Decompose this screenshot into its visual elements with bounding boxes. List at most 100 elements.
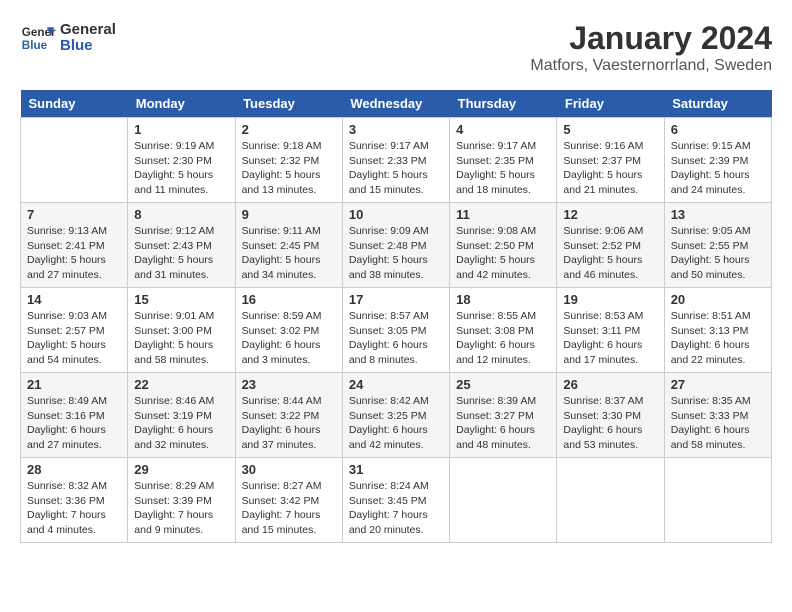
day-cell: 4 Sunrise: 9:17 AMSunset: 2:35 PMDaylight… bbox=[450, 118, 557, 203]
day-cell: 31 Sunrise: 8:24 AMSunset: 3:45 PMDayligh… bbox=[342, 458, 449, 543]
date-number: 9 bbox=[242, 207, 336, 222]
day-info: Sunrise: 9:17 AMSunset: 2:33 PMDaylight:… bbox=[349, 139, 443, 198]
col-header-thursday: Thursday bbox=[450, 90, 557, 118]
day-cell: 28 Sunrise: 8:32 AMSunset: 3:36 PMDayligh… bbox=[21, 458, 128, 543]
title-section: January 2024 Matfors, Vaesternorrland, S… bbox=[530, 20, 772, 75]
date-number: 4 bbox=[456, 122, 550, 137]
day-cell: 20 Sunrise: 8:51 AMSunset: 3:13 PMDayligh… bbox=[664, 288, 771, 373]
date-number: 23 bbox=[242, 377, 336, 392]
date-number: 12 bbox=[563, 207, 657, 222]
day-cell bbox=[450, 458, 557, 543]
day-info: Sunrise: 9:03 AMSunset: 2:57 PMDaylight:… bbox=[27, 309, 121, 368]
day-info: Sunrise: 8:32 AMSunset: 3:36 PMDaylight:… bbox=[27, 479, 121, 538]
day-info: Sunrise: 8:29 AMSunset: 3:39 PMDaylight:… bbox=[134, 479, 228, 538]
day-cell: 1 Sunrise: 9:19 AMSunset: 2:30 PMDaylight… bbox=[128, 118, 235, 203]
date-number: 19 bbox=[563, 292, 657, 307]
date-number: 6 bbox=[671, 122, 765, 137]
week-row-3: 14Sunrise: 9:03 AMSunset: 2:57 PMDayligh… bbox=[21, 288, 772, 373]
day-info: Sunrise: 8:51 AMSunset: 3:13 PMDaylight:… bbox=[671, 309, 765, 368]
day-info: Sunrise: 9:05 AMSunset: 2:55 PMDaylight:… bbox=[671, 224, 765, 283]
date-number: 28 bbox=[27, 462, 121, 477]
week-row-1: 1 Sunrise: 9:19 AMSunset: 2:30 PMDaylight… bbox=[21, 118, 772, 203]
date-number: 30 bbox=[242, 462, 336, 477]
day-cell: 8Sunrise: 9:12 AMSunset: 2:43 PMDaylight… bbox=[128, 203, 235, 288]
date-number: 3 bbox=[349, 122, 443, 137]
header: General Blue General Blue January 2024 M… bbox=[20, 20, 772, 75]
day-cell: 10 Sunrise: 9:09 AMSunset: 2:48 PMDayligh… bbox=[342, 203, 449, 288]
day-cell: 18Sunrise: 8:55 AMSunset: 3:08 PMDayligh… bbox=[450, 288, 557, 373]
date-number: 31 bbox=[349, 462, 443, 477]
date-number: 10 bbox=[349, 207, 443, 222]
svg-text:Blue: Blue bbox=[22, 39, 48, 52]
week-row-2: 7Sunrise: 9:13 AMSunset: 2:41 PMDaylight… bbox=[21, 203, 772, 288]
date-number: 25 bbox=[456, 377, 550, 392]
day-cell: 30Sunrise: 8:27 AMSunset: 3:42 PMDayligh… bbox=[235, 458, 342, 543]
day-info: Sunrise: 9:01 AMSunset: 3:00 PMDaylight:… bbox=[134, 309, 228, 368]
main-title: January 2024 bbox=[530, 20, 772, 57]
date-number: 16 bbox=[242, 292, 336, 307]
subtitle: Matfors, Vaesternorrland, Sweden bbox=[530, 57, 772, 75]
day-cell: 19 Sunrise: 8:53 AMSunset: 3:11 PMDayligh… bbox=[557, 288, 664, 373]
date-number: 29 bbox=[134, 462, 228, 477]
date-number: 17 bbox=[349, 292, 443, 307]
day-cell: 24Sunrise: 8:42 AMSunset: 3:25 PMDayligh… bbox=[342, 373, 449, 458]
day-cell: 12 Sunrise: 9:06 AMSunset: 2:52 PMDayligh… bbox=[557, 203, 664, 288]
day-info: Sunrise: 9:18 AMSunset: 2:32 PMDaylight:… bbox=[242, 139, 336, 198]
day-info: Sunrise: 8:59 AMSunset: 3:02 PMDaylight:… bbox=[242, 309, 336, 368]
logo-general: General bbox=[60, 22, 116, 39]
day-info: Sunrise: 8:24 AMSunset: 3:45 PMDaylight:… bbox=[349, 479, 443, 538]
day-cell: 21 Sunrise: 8:49 AMSunset: 3:16 PMDayligh… bbox=[21, 373, 128, 458]
day-cell: 22 Sunrise: 8:46 AMSunset: 3:19 PMDayligh… bbox=[128, 373, 235, 458]
day-info: Sunrise: 9:15 AMSunset: 2:39 PMDaylight:… bbox=[671, 139, 765, 198]
day-cell: 17Sunrise: 8:57 AMSunset: 3:05 PMDayligh… bbox=[342, 288, 449, 373]
day-cell bbox=[21, 118, 128, 203]
day-info: Sunrise: 8:53 AMSunset: 3:11 PMDaylight:… bbox=[563, 309, 657, 368]
date-number: 8 bbox=[134, 207, 228, 222]
logo: General Blue General Blue bbox=[20, 20, 116, 56]
day-info: Sunrise: 9:09 AMSunset: 2:48 PMDaylight:… bbox=[349, 224, 443, 283]
col-header-wednesday: Wednesday bbox=[342, 90, 449, 118]
day-info: Sunrise: 8:37 AMSunset: 3:30 PMDaylight:… bbox=[563, 394, 657, 453]
day-cell: 6 Sunrise: 9:15 AMSunset: 2:39 PMDaylight… bbox=[664, 118, 771, 203]
col-header-monday: Monday bbox=[128, 90, 235, 118]
col-header-sunday: Sunday bbox=[21, 90, 128, 118]
day-info: Sunrise: 8:44 AMSunset: 3:22 PMDaylight:… bbox=[242, 394, 336, 453]
date-number: 24 bbox=[349, 377, 443, 392]
day-info: Sunrise: 8:46 AMSunset: 3:19 PMDaylight:… bbox=[134, 394, 228, 453]
day-info: Sunrise: 8:49 AMSunset: 3:16 PMDaylight:… bbox=[27, 394, 121, 453]
day-cell: 26 Sunrise: 8:37 AMSunset: 3:30 PMDayligh… bbox=[557, 373, 664, 458]
day-info: Sunrise: 8:55 AMSunset: 3:08 PMDaylight:… bbox=[456, 309, 550, 368]
day-info: Sunrise: 9:08 AMSunset: 2:50 PMDaylight:… bbox=[456, 224, 550, 283]
day-info: Sunrise: 9:19 AMSunset: 2:30 PMDaylight:… bbox=[134, 139, 228, 198]
day-info: Sunrise: 9:06 AMSunset: 2:52 PMDaylight:… bbox=[563, 224, 657, 283]
day-info: Sunrise: 9:13 AMSunset: 2:41 PMDaylight:… bbox=[27, 224, 121, 283]
day-cell: 27 Sunrise: 8:35 AMSunset: 3:33 PMDayligh… bbox=[664, 373, 771, 458]
date-number: 21 bbox=[27, 377, 121, 392]
date-number: 27 bbox=[671, 377, 765, 392]
logo-icon: General Blue bbox=[20, 20, 56, 56]
day-cell: 3 Sunrise: 9:17 AMSunset: 2:33 PMDaylight… bbox=[342, 118, 449, 203]
date-number: 13 bbox=[671, 207, 765, 222]
day-info: Sunrise: 8:35 AMSunset: 3:33 PMDaylight:… bbox=[671, 394, 765, 453]
day-cell: 7Sunrise: 9:13 AMSunset: 2:41 PMDaylight… bbox=[21, 203, 128, 288]
date-number: 22 bbox=[134, 377, 228, 392]
week-row-4: 21 Sunrise: 8:49 AMSunset: 3:16 PMDayligh… bbox=[21, 373, 772, 458]
date-number: 5 bbox=[563, 122, 657, 137]
day-cell: 29 Sunrise: 8:29 AMSunset: 3:39 PMDayligh… bbox=[128, 458, 235, 543]
day-cell: 25Sunrise: 8:39 AMSunset: 3:27 PMDayligh… bbox=[450, 373, 557, 458]
date-number: 2 bbox=[242, 122, 336, 137]
day-cell: 11Sunrise: 9:08 AMSunset: 2:50 PMDayligh… bbox=[450, 203, 557, 288]
col-header-saturday: Saturday bbox=[664, 90, 771, 118]
day-cell: 5Sunrise: 9:16 AMSunset: 2:37 PMDaylight… bbox=[557, 118, 664, 203]
col-header-friday: Friday bbox=[557, 90, 664, 118]
date-number: 26 bbox=[563, 377, 657, 392]
day-cell: 9 Sunrise: 9:11 AMSunset: 2:45 PMDaylight… bbox=[235, 203, 342, 288]
date-number: 15 bbox=[134, 292, 228, 307]
day-info: Sunrise: 9:17 AMSunset: 2:35 PMDaylight:… bbox=[456, 139, 550, 198]
day-info: Sunrise: 9:11 AMSunset: 2:45 PMDaylight:… bbox=[242, 224, 336, 283]
day-cell bbox=[664, 458, 771, 543]
date-number: 1 bbox=[134, 122, 228, 137]
week-row-5: 28 Sunrise: 8:32 AMSunset: 3:36 PMDayligh… bbox=[21, 458, 772, 543]
logo-blue: Blue bbox=[60, 38, 116, 55]
date-number: 20 bbox=[671, 292, 765, 307]
